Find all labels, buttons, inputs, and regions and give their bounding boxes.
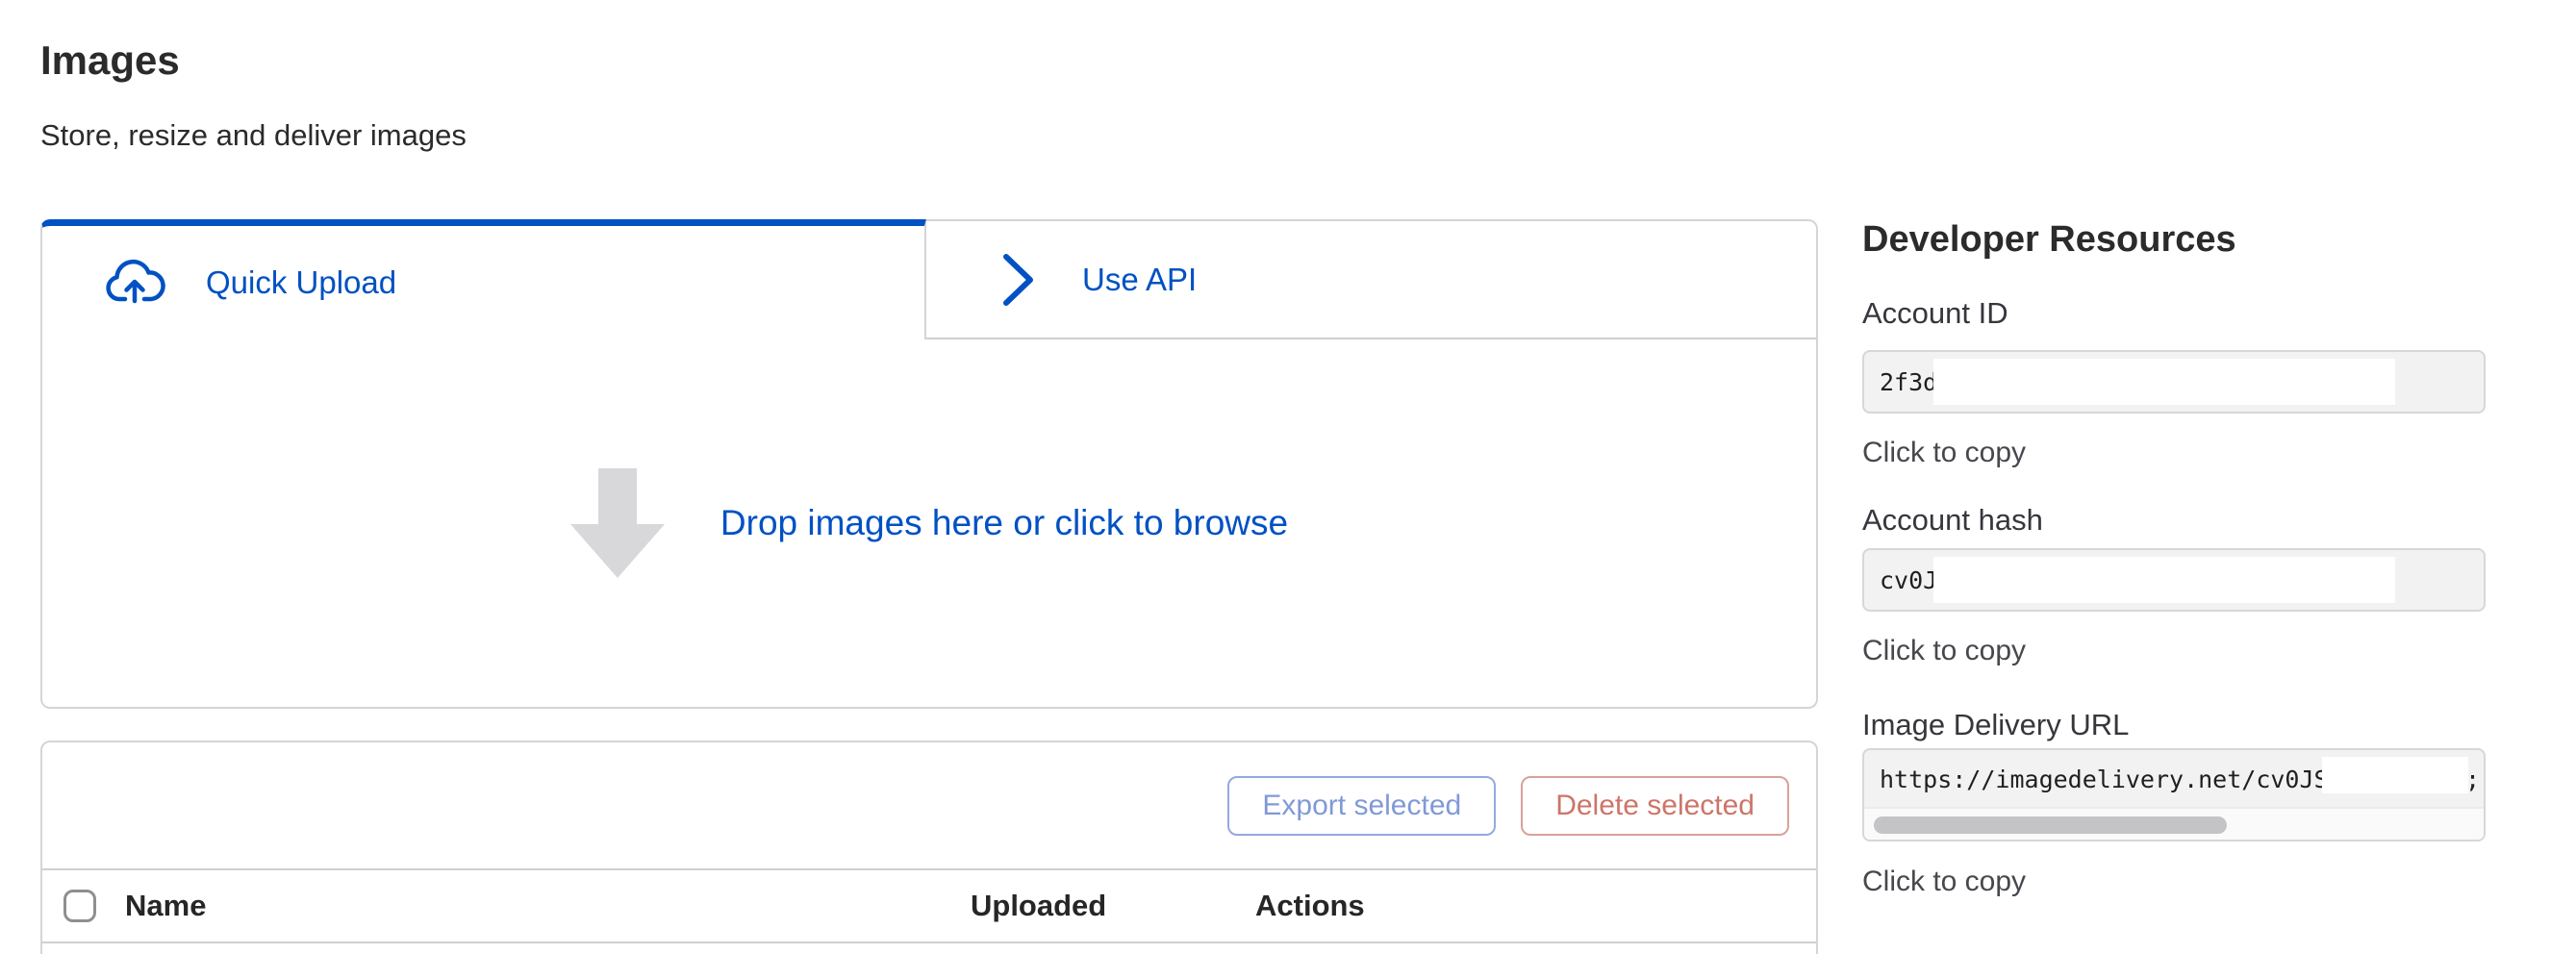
redaction-overlay xyxy=(1933,359,2395,405)
tab-use-api[interactable]: Use API xyxy=(926,219,1818,339)
image-delivery-url-field[interactable]: https://imagedelivery.net/cv0JSj ; xyxy=(1862,748,2486,841)
select-all-checkbox[interactable] xyxy=(63,890,96,922)
dropzone-label: Drop images here or click to browse xyxy=(720,503,1288,543)
tab-use-api-label: Use API xyxy=(1082,262,1197,298)
tab-quick-upload[interactable]: Quick Upload xyxy=(40,219,926,339)
upload-card: Quick Upload Use API Drop images here or… xyxy=(40,219,1818,709)
images-page: Images Store, resize and deliver images … xyxy=(0,0,2576,954)
column-header-uploaded: Uploaded xyxy=(971,889,1106,923)
account-id-copy-hint: Click to copy xyxy=(1862,439,2026,467)
column-header-actions: Actions xyxy=(1255,889,1365,923)
account-hash-field[interactable]: cv0J xyxy=(1862,548,2486,612)
table-header-row: Name Uploaded Actions xyxy=(42,870,1816,943)
developer-resources-title: Developer Resources xyxy=(1862,221,2236,258)
account-id-label: Account ID xyxy=(1862,298,2008,328)
redaction-overlay xyxy=(1933,557,2395,603)
list-toolbar: Export selected Delete selected xyxy=(42,742,1816,870)
delete-selected-button[interactable]: Delete selected xyxy=(1521,776,1789,836)
tab-quick-upload-label: Quick Upload xyxy=(206,264,396,301)
image-delivery-url-copy-hint: Click to copy xyxy=(1862,867,2026,896)
account-hash-value: cv0J xyxy=(1880,566,1937,594)
column-header-name: Name xyxy=(125,889,206,923)
scrollbar-thumb[interactable] xyxy=(1874,816,2227,834)
horizontal-scrollbar[interactable] xyxy=(1864,807,2484,841)
image-dropzone[interactable]: Drop images here or click to browse xyxy=(40,339,1818,709)
export-selected-button[interactable]: Export selected xyxy=(1227,776,1496,836)
cloud-upload-icon xyxy=(104,258,165,308)
page-title: Images xyxy=(40,40,180,81)
account-id-field[interactable]: 2f3d xyxy=(1862,350,2486,414)
arrow-down-icon xyxy=(570,468,665,578)
page-subtitle: Store, resize and deliver images xyxy=(40,117,467,153)
chevron-right-icon xyxy=(999,250,1038,310)
redaction-overlay xyxy=(2322,757,2468,793)
image-delivery-url-label: Image Delivery URL xyxy=(1862,710,2129,740)
account-hash-copy-hint: Click to copy xyxy=(1862,637,2026,665)
account-id-value: 2f3d xyxy=(1880,368,1937,396)
image-delivery-url-value: https://imagedelivery.net/cv0JSj ; xyxy=(1864,755,2484,805)
image-list-card: Export selected Delete selected Name Upl… xyxy=(40,741,1818,954)
url-clipped-fragment: ; xyxy=(2465,755,2479,805)
account-hash-label: Account hash xyxy=(1862,505,2043,535)
